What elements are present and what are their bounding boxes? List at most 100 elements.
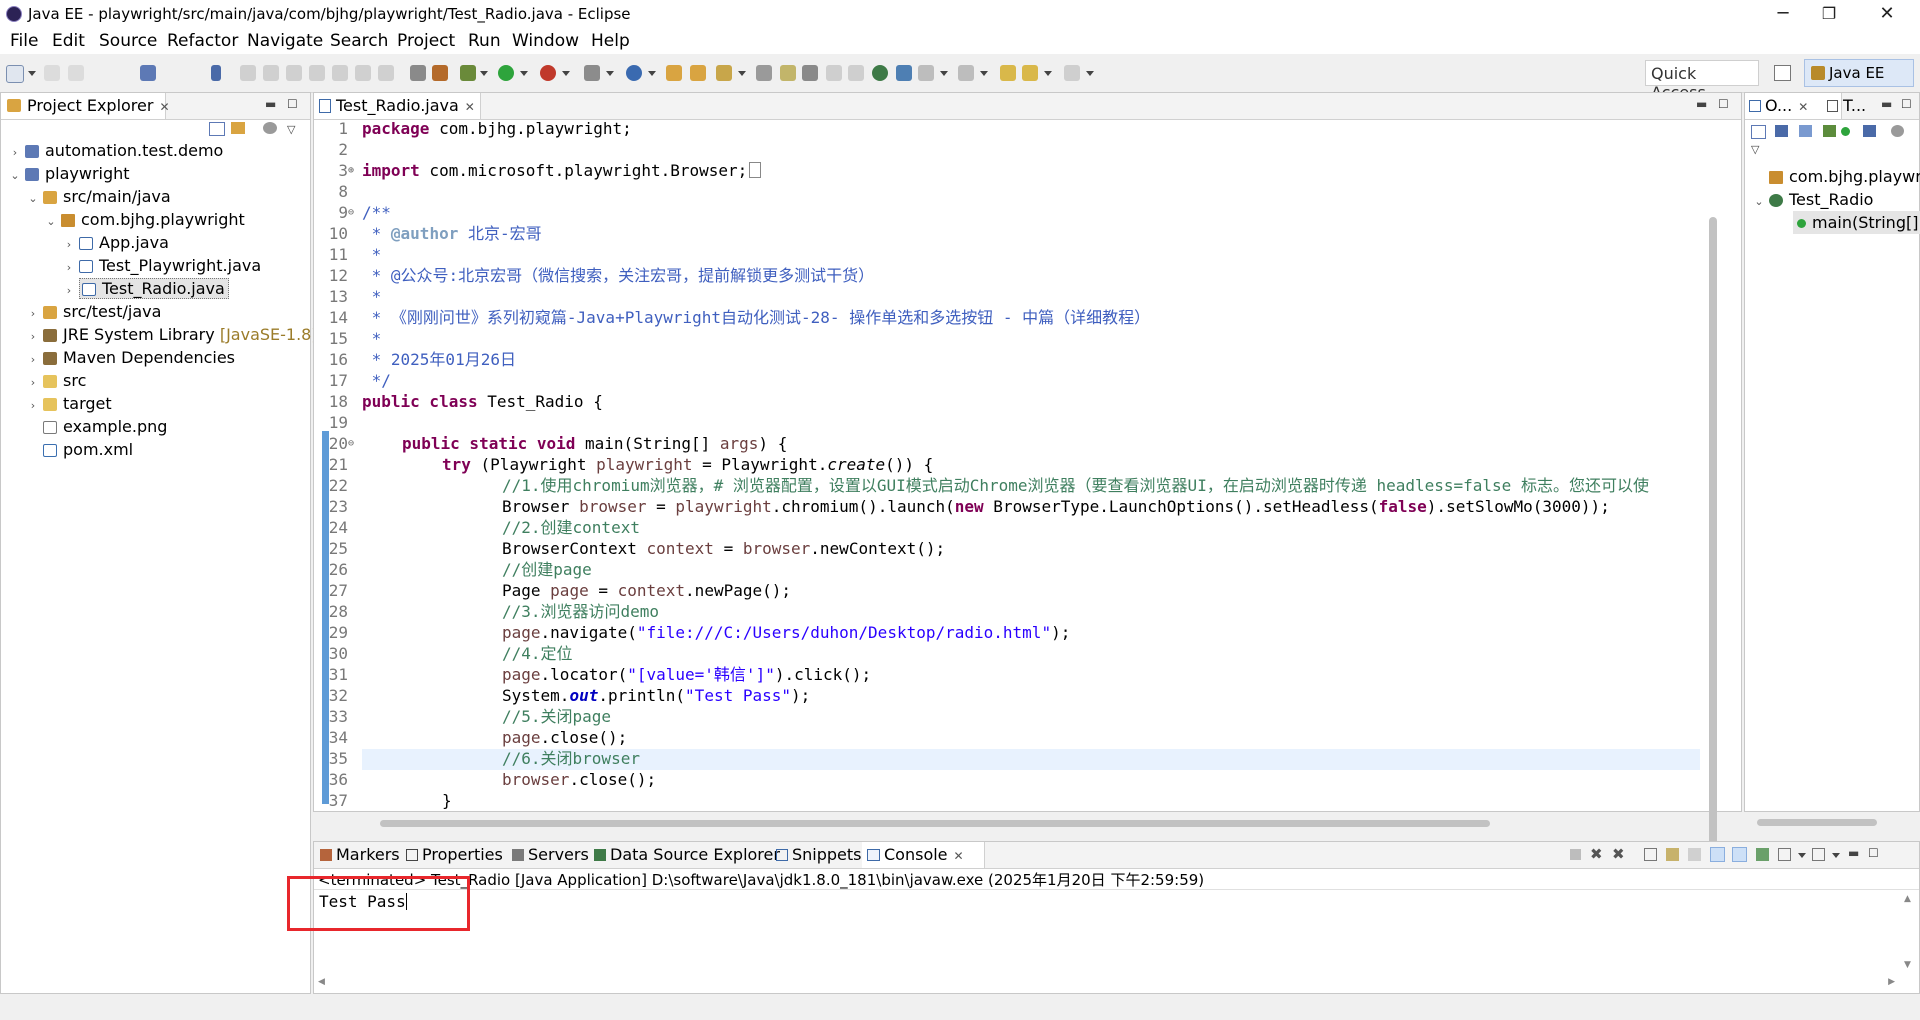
server-dropdown-icon[interactable] <box>606 71 614 76</box>
disconnect-icon[interactable] <box>309 65 325 81</box>
maximize-view-icon[interactable]: ☐ <box>1901 97 1912 111</box>
expand-icon[interactable]: › <box>27 325 39 348</box>
previous-annotation-dropdown-icon[interactable] <box>980 71 988 76</box>
debug-dropdown-icon[interactable] <box>480 71 488 76</box>
scroll-right-icon[interactable]: ▶ <box>1888 977 1895 987</box>
outline-item-class[interactable]: ⌄ Test_Radio <box>1753 188 1873 211</box>
clear-console-icon[interactable] <box>1644 848 1657 861</box>
tree-item-src-main-java[interactable]: ⌄ src/main/java <box>27 185 170 208</box>
run-dropdown-icon[interactable] <box>520 71 528 76</box>
open-task-icon[interactable] <box>690 65 706 81</box>
open-console-icon[interactable] <box>140 65 156 81</box>
hide-static-icon[interactable] <box>1823 125 1836 137</box>
menu-edit[interactable]: Edit <box>52 31 85 51</box>
close-window-button[interactable]: ✕ <box>1864 0 1910 28</box>
new-java-dropdown-icon[interactable] <box>648 71 656 76</box>
editor-vertical-scrollbar[interactable] <box>1709 217 1717 847</box>
close-tab-icon[interactable]: ✕ <box>465 100 475 114</box>
link-with-editor-icon[interactable] <box>231 122 245 134</box>
new-dropdown-icon[interactable] <box>28 71 36 76</box>
menu-source[interactable]: Source <box>99 31 157 51</box>
step-into-icon[interactable] <box>332 65 348 81</box>
toggle-mark-occurrences-icon[interactable] <box>780 65 796 81</box>
tab-snippets[interactable]: Snippets <box>772 842 862 868</box>
toggle-annotation-icon[interactable] <box>756 65 772 81</box>
collapse-all-icon[interactable] <box>1751 125 1766 139</box>
display-console-dropdown-icon[interactable] <box>1798 853 1806 858</box>
back-dropdown-icon[interactable] <box>1044 71 1052 76</box>
tree-item-test-playwright-java[interactable]: › Test_Playwright.java <box>63 254 261 277</box>
external-tools-dropdown-icon[interactable] <box>562 71 570 76</box>
expand-icon[interactable]: › <box>27 302 39 325</box>
close-tab-icon[interactable]: ✕ <box>1798 100 1808 114</box>
forward-dropdown-icon[interactable] <box>1086 71 1094 76</box>
terminate-icon[interactable] <box>1570 849 1581 860</box>
maximize-view-icon[interactable]: ☐ <box>1868 846 1879 860</box>
maximize-view-icon[interactable]: ☐ <box>287 97 298 111</box>
outline-horizontal-scrollbar[interactable] <box>1757 819 1877 826</box>
tab-markers[interactable]: Markers <box>316 842 400 868</box>
tree-item-src[interactable]: › src <box>27 369 87 392</box>
run-external-tools-icon[interactable] <box>540 65 556 81</box>
tab-task-list[interactable]: T... <box>1823 93 1870 119</box>
next-annotation-dropdown-icon[interactable] <box>940 71 948 76</box>
expand-icon[interactable]: › <box>27 394 39 417</box>
pin-console-icon[interactable] <box>1756 848 1769 861</box>
open-type-icon[interactable] <box>666 65 682 81</box>
menu-window[interactable]: Window <box>512 31 579 51</box>
web-browser-icon[interactable] <box>872 65 888 81</box>
view-menu-icon[interactable]: ▽ <box>1751 143 1759 156</box>
tree-item-test-radio-java[interactable]: › Test_Radio.java <box>63 277 229 300</box>
maximize-editor-icon[interactable]: ☐ <box>1718 97 1729 111</box>
use-step-filters-icon[interactable] <box>410 65 426 81</box>
scroll-lock-icon[interactable] <box>1666 848 1679 861</box>
hide-fields-icon[interactable] <box>1799 125 1812 137</box>
restore-button[interactable]: ❐ <box>1806 0 1852 28</box>
tab-data-source-explorer[interactable]: Data Source Explorer <box>590 842 780 868</box>
open-console-dropdown-icon[interactable] <box>1832 853 1840 858</box>
menu-help[interactable]: Help <box>591 31 630 51</box>
back-icon[interactable] <box>1022 65 1038 81</box>
collapse-icon[interactable]: ⌄ <box>1753 190 1765 213</box>
menu-file[interactable]: File <box>10 31 38 51</box>
previous-annotation-icon[interactable] <box>958 65 974 81</box>
word-wrap-icon[interactable] <box>1688 848 1701 861</box>
last-edit-location-icon[interactable] <box>1000 65 1016 81</box>
web-service-icon[interactable] <box>896 65 912 81</box>
save-icon[interactable] <box>44 65 60 81</box>
tab-console[interactable]: Console ✕ <box>862 842 985 868</box>
tree-item-example-png[interactable]: example.png <box>27 415 167 438</box>
tree-item-pom-xml[interactable]: pom.xml <box>27 438 133 461</box>
tab-test-radio-java[interactable]: Test_Radio.java ✕ <box>314 93 481 119</box>
save-all-icon[interactable] <box>68 65 84 81</box>
folded-import-marker[interactable] <box>749 162 762 178</box>
remove-all-terminated-icon[interactable]: ✖ <box>1612 845 1625 863</box>
expand-icon[interactable]: › <box>63 279 75 302</box>
menu-refactor[interactable]: Refactor <box>167 31 238 51</box>
expand-icon[interactable]: › <box>27 348 39 371</box>
expand-icon[interactable]: › <box>63 256 75 279</box>
next-annotation-icon[interactable] <box>918 65 934 81</box>
skip-breakpoints-icon[interactable] <box>211 65 221 81</box>
toggle-block-selection-icon[interactable] <box>802 65 818 81</box>
minimize-view-icon[interactable]: ▬ <box>1881 97 1892 111</box>
menu-navigate[interactable]: Navigate <box>247 31 323 51</box>
close-tab-icon[interactable]: ✕ <box>954 849 964 863</box>
expand-icon[interactable]: › <box>63 233 75 256</box>
step-return-icon[interactable] <box>378 65 394 81</box>
collapse-icon[interactable]: ⌄ <box>9 164 21 187</box>
tree-item-jre-system-library[interactable]: › JRE System Library [JavaSE-1.8] <box>27 323 318 346</box>
tree-item-app-java[interactable]: › App.java <box>63 231 169 254</box>
display-selected-console-icon[interactable] <box>1778 848 1791 861</box>
new-icon[interactable] <box>6 65 24 83</box>
hide-local-types-icon[interactable] <box>1863 125 1876 137</box>
sort-icon[interactable] <box>1775 125 1788 137</box>
fold-collapse-icon[interactable]: ⊖ <box>348 433 354 454</box>
editor-horizontal-scrollbar[interactable] <box>380 820 1490 827</box>
show-on-stderr-icon[interactable] <box>1732 847 1747 862</box>
minimize-view-icon[interactable]: ▬ <box>1848 846 1859 860</box>
quick-access-field[interactable]: Quick Access <box>1645 60 1759 102</box>
coverage-icon[interactable] <box>432 65 448 81</box>
focus-icon[interactable] <box>1891 125 1904 137</box>
tree-item-maven-dependencies[interactable]: › Maven Dependencies <box>27 346 235 369</box>
